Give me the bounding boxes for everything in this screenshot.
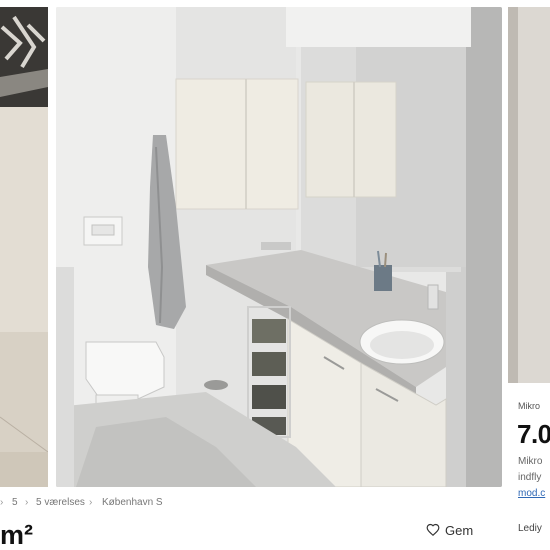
breadcrumb-separator: ›	[25, 497, 29, 508]
listing-description-line2: indfly	[518, 472, 542, 483]
save-button[interactable]: Gem	[426, 516, 486, 544]
listing-photo-left[interactable]	[0, 7, 48, 487]
closet-photo-illustration	[0, 7, 48, 487]
room-photo-illustration	[508, 7, 550, 383]
listing-photo-right[interactable]	[508, 7, 550, 383]
listing-more-link[interactable]: mod.c	[518, 488, 545, 499]
breadcrumb-item-area[interactable]: København S	[102, 497, 163, 508]
listing-card-right[interactable]: Mikro 7.0 Mikro indfly mod.c Lediy	[508, 383, 550, 550]
breadcrumb-separator: ›	[89, 497, 93, 508]
breadcrumb-separator: ›	[0, 497, 4, 508]
listing-title: m²	[0, 520, 33, 550]
listing-location: Mikro	[518, 401, 540, 411]
listing-description: Mikro	[518, 456, 543, 467]
listing-photo-main[interactable]	[56, 7, 502, 487]
breadcrumb: › 5 › 5 værelses › København S	[0, 497, 505, 513]
breadcrumb-item-rooms[interactable]: 5	[12, 497, 18, 508]
listing-price: 7.0	[517, 419, 550, 449]
bathroom-photo-illustration	[56, 7, 502, 487]
breadcrumb-item-room-type[interactable]: 5 værelses	[36, 497, 85, 508]
heart-outline-icon	[426, 523, 440, 537]
save-button-label: Gem	[445, 522, 474, 538]
listing-rent-label: Lediy	[518, 523, 542, 534]
